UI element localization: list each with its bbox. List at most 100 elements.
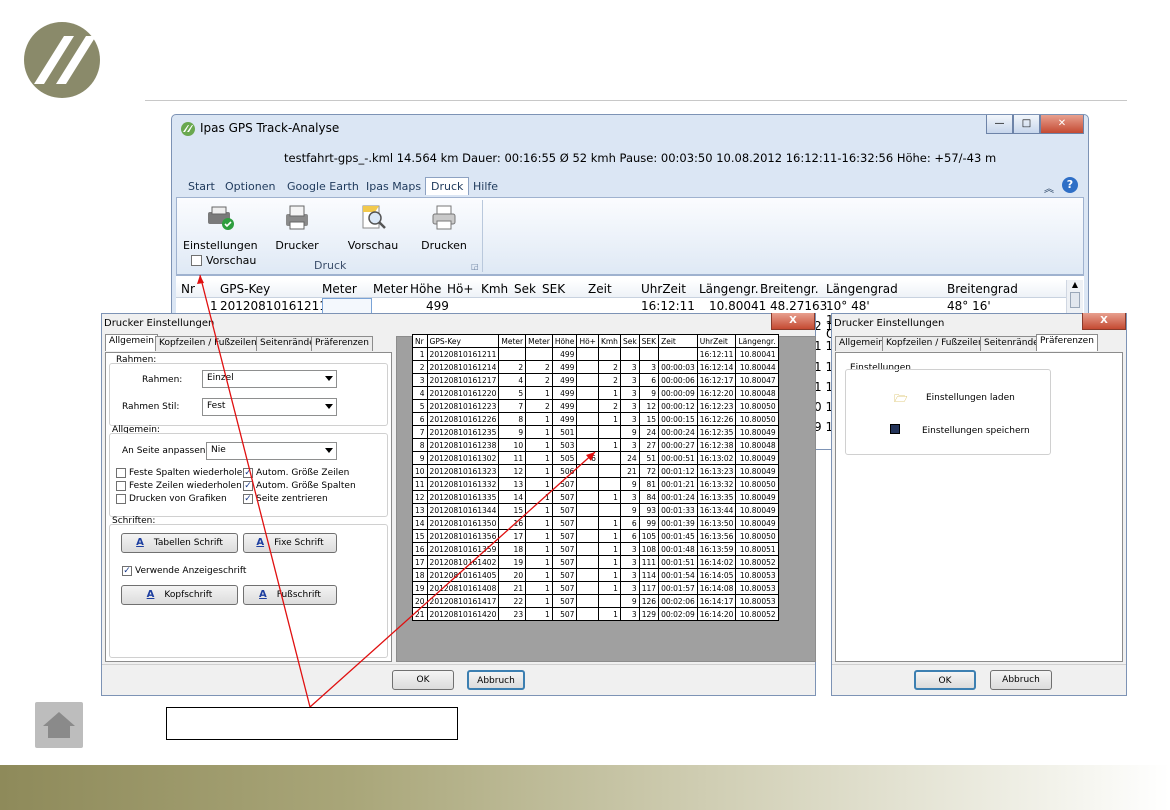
- abbruch-button[interactable]: Abbruch: [990, 670, 1052, 690]
- col-breitengr[interactable]: Breitengr.: [760, 282, 819, 296]
- tab-druck[interactable]: Druck: [425, 177, 470, 195]
- drucken-button[interactable]: Drucken: [419, 204, 469, 252]
- tab-allgemein[interactable]: Allgemein: [835, 336, 888, 351]
- preview-cell: [576, 529, 599, 543]
- anzeigeschrift-checkbox[interactable]: ✓: [122, 566, 132, 576]
- preview-cell: 11: [412, 477, 428, 491]
- ok-button[interactable]: OK: [914, 670, 976, 690]
- help-icon[interactable]: ?: [1062, 177, 1078, 193]
- dialog-close-button[interactable]: X: [771, 313, 815, 330]
- dialog-title: Drucker Einstellungen: [104, 318, 215, 329]
- close-button[interactable]: ✕: [1040, 115, 1084, 134]
- tab-allgemein[interactable]: Allgemein: [105, 334, 158, 351]
- anpassen-select[interactable]: Nie: [206, 442, 337, 460]
- preview-cell: 1: [525, 490, 553, 504]
- preview-cell: 10.80049: [735, 490, 779, 504]
- col-meter[interactable]: Meter: [322, 282, 357, 296]
- preview-cell: 507: [551, 568, 578, 582]
- preview-cell: 1: [525, 529, 553, 543]
- ok-button[interactable]: OK: [392, 670, 454, 690]
- col-hoe-plus[interactable]: Hö+: [447, 282, 473, 296]
- preview-cell: 20120810161344: [426, 503, 500, 517]
- minimize-button[interactable]: —: [986, 115, 1013, 134]
- preview-cell: 9: [619, 594, 640, 608]
- col-gps-key[interactable]: GPS-Key: [220, 282, 270, 296]
- preview-cell: 2: [525, 360, 553, 374]
- col-kmh[interactable]: Kmh: [481, 282, 508, 296]
- preview-cell: 6: [619, 529, 640, 543]
- drucker-label: Drucker: [275, 239, 319, 252]
- preview-cell: [597, 477, 621, 491]
- preview-cell: 2: [597, 373, 621, 387]
- dialog-close-button[interactable]: X: [1082, 313, 1126, 330]
- dialog-launcher-icon[interactable]: ◲: [471, 262, 479, 271]
- rahmen-select[interactable]: Einzel: [202, 370, 337, 388]
- vorschau-checkbox[interactable]: [191, 255, 202, 266]
- table-row: 3 20120810161217 4 2 499 2 3 6 00:00:06 16:12:17 1…: [412, 373, 779, 387]
- dialog-title: Drucker Einstellungen: [834, 318, 945, 329]
- col-sek2[interactable]: SEK: [542, 282, 565, 296]
- tab-google-earth[interactable]: Google Earth: [287, 180, 359, 193]
- col-zeit[interactable]: Zeit: [588, 282, 612, 296]
- drucker-button[interactable]: Drucker: [269, 204, 325, 252]
- grid-scrollbar[interactable]: ▲: [1066, 280, 1083, 316]
- vorschau-button[interactable]: Vorschau: [343, 204, 403, 252]
- auto-zeilen-checkbox[interactable]: ✓: [243, 468, 253, 478]
- tab-optionen[interactable]: Optionen: [225, 180, 275, 193]
- tab-praeferenzen[interactable]: Präferenzen: [311, 336, 373, 351]
- preview-cell: 1: [597, 542, 621, 556]
- preview-cell: 16:12:23: [696, 399, 737, 413]
- preview-cell: 20120810161302: [426, 451, 500, 465]
- tab-ipas-maps[interactable]: Ipas Maps: [366, 180, 421, 193]
- rahmen-stil-select[interactable]: Fest: [202, 398, 337, 416]
- preview-cell: 9: [498, 425, 527, 439]
- tab-kopfzeilen[interactable]: Kopfzeilen / Fußzeilen: [882, 336, 988, 351]
- preview-cell: 10.80049: [735, 503, 779, 517]
- tab-praeferenzen[interactable]: Präferenzen: [1036, 334, 1098, 351]
- home-button[interactable]: [35, 702, 83, 748]
- preview-cell: 9: [619, 477, 640, 491]
- col-sek[interactable]: Sek: [514, 282, 536, 296]
- tab-start[interactable]: Start: [188, 180, 215, 193]
- fussschrift-button[interactable]: A Fußschrift: [243, 585, 337, 605]
- col-hoehe[interactable]: Höhe: [410, 282, 441, 296]
- grafiken-checkbox[interactable]: [116, 494, 126, 504]
- maximize-button[interactable]: □: [1013, 115, 1040, 134]
- ribbon-collapse-icon[interactable]: ︽: [1044, 180, 1054, 195]
- feste-spalten-checkbox[interactable]: [116, 468, 126, 478]
- auto-spalten-checkbox[interactable]: ✓: [243, 481, 253, 491]
- preview-cell: 1: [597, 490, 621, 504]
- col-laengengrad[interactable]: Längengrad: [826, 282, 898, 296]
- preview-cell: 00:01:21: [658, 477, 698, 491]
- tab-kopfzeilen[interactable]: Kopfzeilen / Fußzeilen: [155, 336, 261, 351]
- preview-cell: 00:01:51: [658, 555, 698, 569]
- kopfschrift-button[interactable]: A Kopfschrift: [121, 585, 238, 605]
- preview-cell: 10: [498, 438, 527, 452]
- table-row: 14 20120810161350 16 1 507 1 6 99 00:01:39 16:13:…: [412, 516, 779, 530]
- einstellungen-laden-link[interactable]: Einstellungen laden: [926, 393, 1015, 403]
- preview-cell: 114: [638, 568, 660, 582]
- einstellungen-speichern-link[interactable]: Einstellungen speichern: [922, 426, 1030, 436]
- preview-cell: [597, 347, 621, 361]
- col-breitengrad[interactable]: Breitengrad: [947, 282, 1018, 296]
- seite-zentrieren-checkbox[interactable]: ✓: [243, 494, 253, 504]
- fixe-schrift-button[interactable]: A Fixe Schrift: [243, 533, 337, 553]
- preview-cell: 126: [638, 594, 660, 608]
- preview-cell: 21: [498, 581, 527, 595]
- preview-cell: 24: [619, 451, 640, 465]
- preview-cell: [619, 347, 640, 361]
- col-nr[interactable]: Nr: [181, 282, 195, 296]
- footer-band: [0, 765, 1170, 810]
- col-meter2[interactable]: Meter: [373, 282, 408, 296]
- col-uhrzeit[interactable]: UhrZeit: [641, 282, 686, 296]
- printer-settings-dialog-right: Drucker Einstellungen X Allgemein Kopfze…: [831, 313, 1127, 696]
- tabellen-schrift-button[interactable]: A Tabellen Schrift: [121, 533, 238, 553]
- abbruch-button[interactable]: Abbruch: [467, 670, 525, 690]
- feste-zeilen-checkbox[interactable]: [116, 481, 126, 491]
- preview-cell: 20120810161226: [426, 412, 500, 426]
- preview-cell: 20120810161332: [426, 477, 500, 491]
- col-laengengr[interactable]: Längengr.: [699, 282, 759, 296]
- tab-hilfe[interactable]: Hilfe: [473, 180, 498, 193]
- einstellungen-button[interactable]: Einstellungen: [183, 204, 258, 252]
- preview-cell: 503: [551, 438, 578, 452]
